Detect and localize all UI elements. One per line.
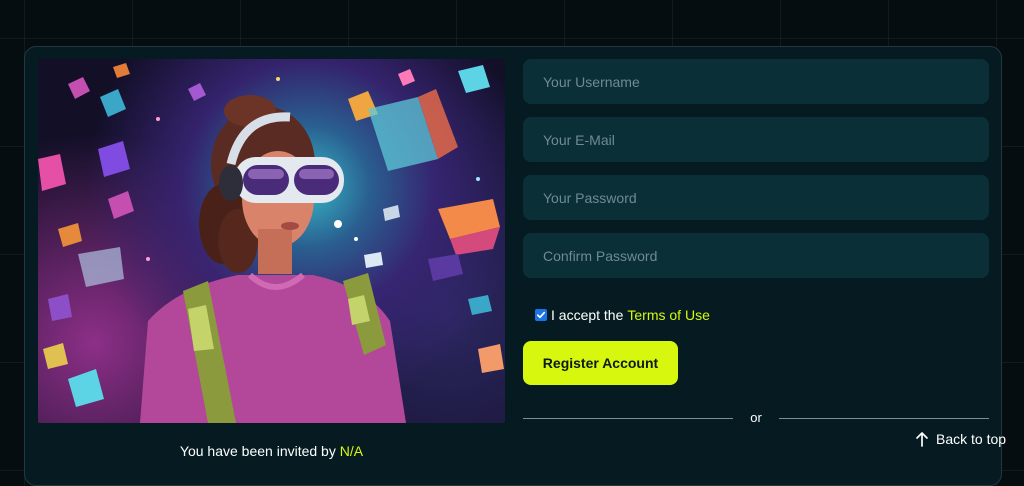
invite-notice: You have been invited by N/A [38, 443, 505, 459]
terms-of-use-link[interactable]: Terms of Use [627, 307, 709, 323]
arrow-up-icon [915, 431, 929, 447]
checkmark-icon [536, 311, 546, 319]
terms-prefix: I accept the [551, 307, 624, 323]
password-placeholder: Your Password [543, 189, 637, 206]
divider-left [523, 418, 733, 419]
username-placeholder: Your Username [543, 73, 640, 90]
terms-checkbox[interactable] [535, 309, 547, 321]
password-input[interactable]: Your Password [523, 175, 989, 220]
confirm-password-placeholder: Confirm Password [543, 247, 658, 264]
register-account-button[interactable]: Register Account [523, 341, 678, 385]
invite-prefix: You have been invited by [179, 443, 336, 459]
vr-girl-illustration [38, 63, 504, 423]
back-to-top-link[interactable]: Back to top [915, 430, 1006, 448]
email-input[interactable]: Your E-Mail [523, 117, 989, 162]
inviter-name: N/A [339, 443, 364, 459]
divider-text: or [750, 410, 762, 425]
register-label: Register Account [542, 355, 659, 371]
terms-row: I accept the Terms of Use [535, 306, 710, 324]
email-placeholder: Your E-Mail [543, 131, 615, 148]
hero-illustration [38, 59, 505, 423]
username-input[interactable]: Your Username [523, 59, 989, 104]
confirm-password-input[interactable]: Confirm Password [523, 233, 989, 278]
divider-right [779, 418, 989, 419]
back-to-top-label: Back to top [936, 431, 1007, 447]
